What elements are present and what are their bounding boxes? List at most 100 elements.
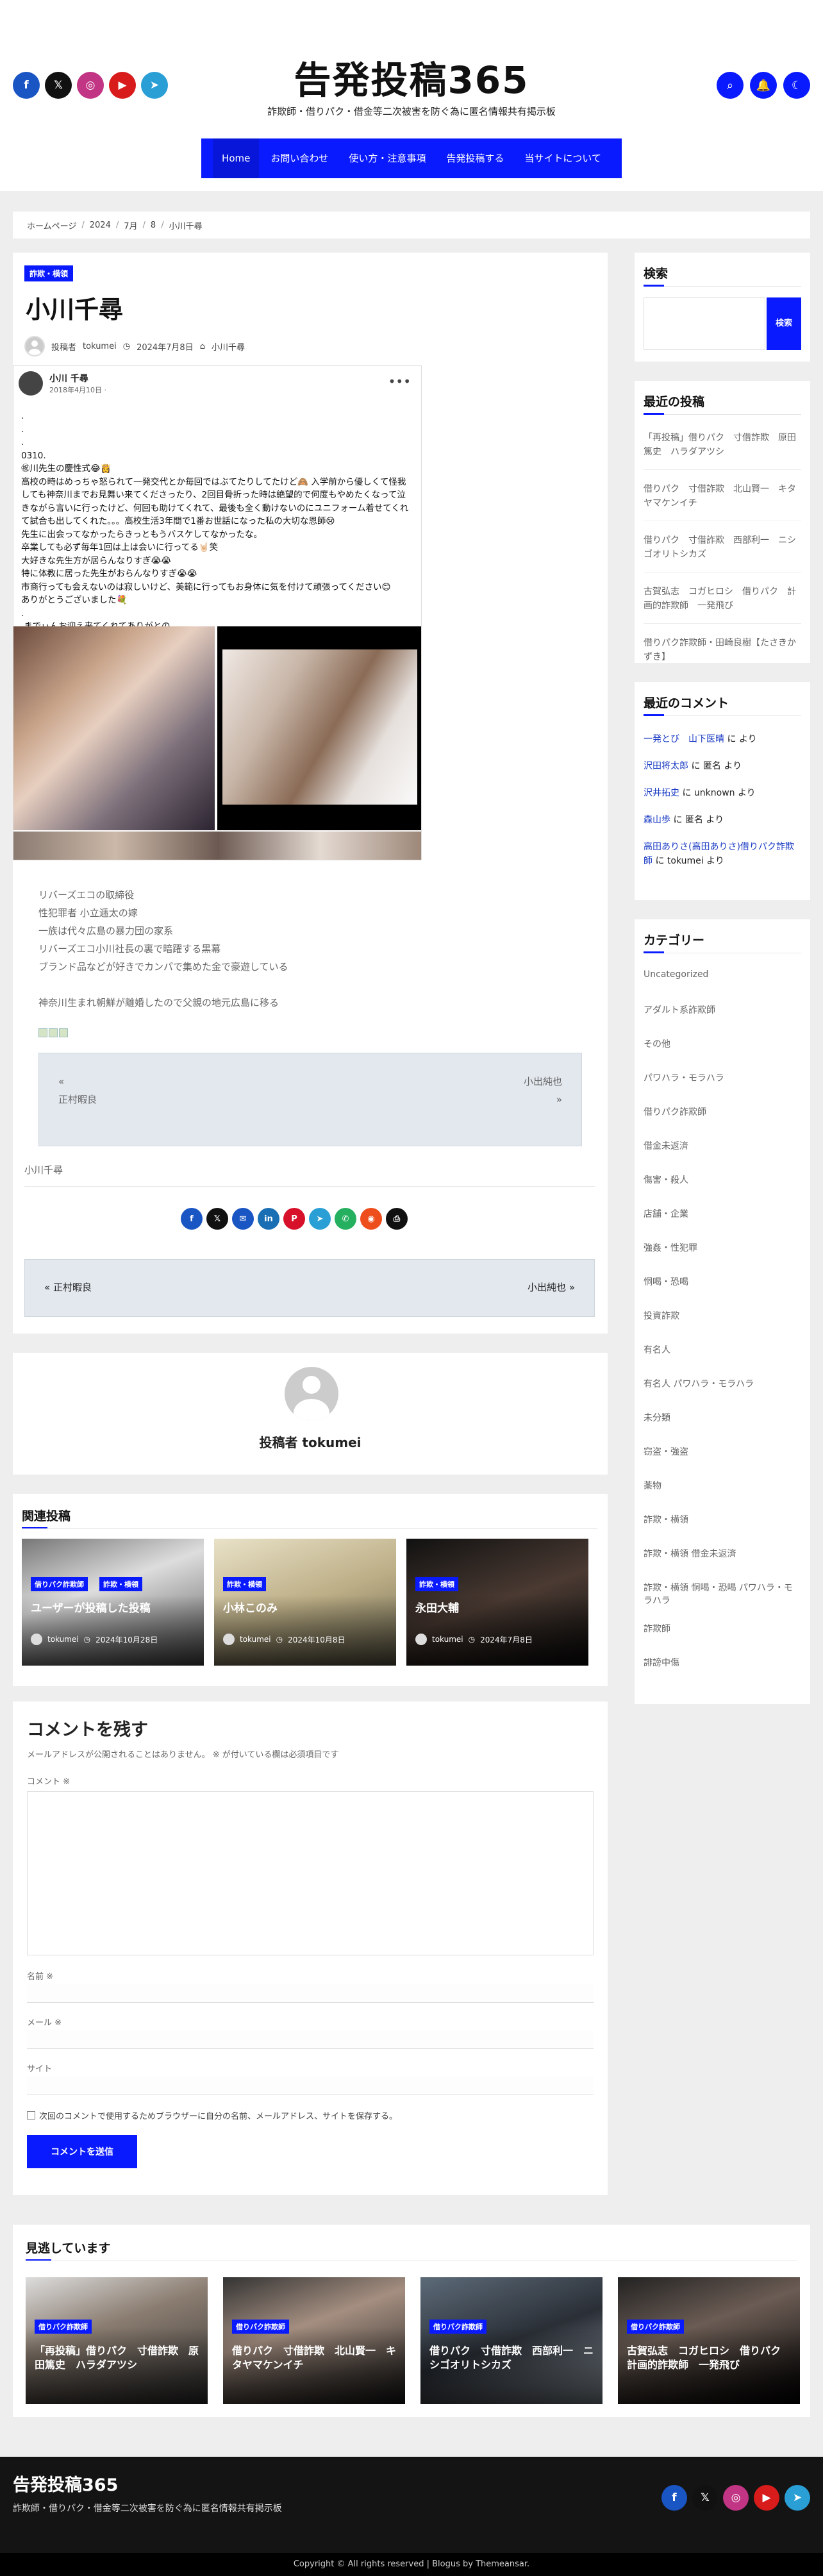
whatsapp-share-icon[interactable]: ✆ bbox=[335, 1208, 356, 1230]
nav-next-link[interactable]: 小出純也 » bbox=[528, 1280, 575, 1294]
submit-comment-button[interactable]: コメントを送信 bbox=[27, 2135, 137, 2168]
category-link[interactable]: 詐欺・横領 借金未返済 bbox=[644, 1547, 801, 1560]
site-field[interactable] bbox=[27, 2076, 594, 2095]
nav-item-0[interactable]: Home bbox=[213, 138, 260, 178]
more-options-icon[interactable]: ••• bbox=[388, 374, 411, 389]
category-link[interactable]: アダルト系詐欺師 bbox=[644, 1003, 801, 1016]
author-name[interactable]: 投稿者 tokumei bbox=[13, 1432, 608, 1451]
category-link[interactable]: 投資詐欺 bbox=[644, 1309, 801, 1322]
x-icon[interactable]: 𝕏 bbox=[692, 2485, 718, 2511]
instagram-icon[interactable]: ◎ bbox=[723, 2485, 749, 2511]
recent-post-link[interactable]: 古賀弘志 コガヒロシ 借りパク 計画的詐欺師 一発飛び bbox=[644, 585, 801, 613]
category-badge[interactable]: 詐欺・横領 bbox=[24, 265, 74, 281]
facebook-icon[interactable]: f bbox=[661, 2485, 687, 2511]
card-title[interactable]: 小林このみ bbox=[223, 1602, 278, 1616]
category-link[interactable]: 借金未返済 bbox=[644, 1139, 801, 1152]
card-category-badge[interactable]: 借りパク詐欺師 bbox=[31, 1577, 88, 1591]
next-post-link[interactable]: 小出純也 » bbox=[524, 1073, 562, 1108]
comment-author-link[interactable]: 森山歩 bbox=[644, 815, 670, 825]
telegram-share-icon[interactable]: ➤ bbox=[309, 1208, 331, 1230]
breadcrumb-item[interactable]: 8 bbox=[151, 221, 156, 230]
related-card[interactable]: 詐欺・横領 小林このみ tokumei ◷ 2024年10月8日 bbox=[214, 1539, 396, 1666]
category-link[interactable]: 恫喝・恐喝 bbox=[644, 1275, 801, 1288]
card-title[interactable]: 借りパク 寸借詐欺 西部利一 ニシゴオリトシカズ bbox=[429, 2344, 594, 2372]
bell-icon[interactable]: 🔔 bbox=[750, 72, 777, 99]
card-category-badge[interactable]: 借りパク詐欺師 bbox=[35, 2320, 92, 2334]
post-bottom-tag[interactable]: 小川千尋 bbox=[24, 1163, 63, 1176]
category-link[interactable]: Uncategorized bbox=[644, 969, 801, 980]
missed-card[interactable]: 借りパク詐欺師 古賀弘志 コガヒロシ 借りパク 計画的詐欺師 一発飛び bbox=[618, 2277, 800, 2404]
save-info-checkbox[interactable]: 次回のコメントで使用するためブラウザーに自分の名前、メールアドレス、サイトを保存… bbox=[27, 2109, 397, 2121]
search-input[interactable] bbox=[644, 297, 765, 350]
missed-card[interactable]: 借りパク詐欺師 借りパク 寸借詐欺 西部利一 ニシゴオリトシカズ bbox=[420, 2277, 603, 2404]
author-link[interactable]: tokumei bbox=[83, 342, 117, 351]
email-field[interactable] bbox=[27, 2030, 594, 2049]
x-share-icon[interactable]: 𝕏 bbox=[206, 1208, 228, 1230]
card-title[interactable]: 「再投稿」借りパク 寸借詐欺 原田篤史 ハラダアツシ bbox=[35, 2344, 199, 2372]
recent-post-link[interactable]: 借りパク 寸借詐欺 西部利一 ニシゴオリトシカズ bbox=[644, 533, 801, 562]
card-author[interactable]: tokumei bbox=[432, 1635, 463, 1644]
category-link[interactable]: 借りパク詐欺師 bbox=[644, 1105, 801, 1118]
breadcrumb-item[interactable]: 2024 bbox=[90, 221, 111, 230]
card-title[interactable]: 永田大輔 bbox=[415, 1602, 459, 1616]
card-category-badge[interactable]: 詐欺・横領 bbox=[223, 1577, 266, 1591]
category-link[interactable]: 有名人 bbox=[644, 1343, 801, 1356]
embed-photo[interactable] bbox=[13, 626, 215, 830]
category-link[interactable]: 詐欺師 bbox=[644, 1622, 801, 1635]
category-link[interactable]: その他 bbox=[644, 1037, 801, 1050]
email-share-icon[interactable]: ✉ bbox=[232, 1208, 254, 1230]
nav-item-3[interactable]: 告発投稿する bbox=[437, 138, 513, 178]
comment-textarea[interactable] bbox=[27, 1791, 594, 1955]
search-button[interactable]: 検索 bbox=[767, 297, 801, 350]
category-link[interactable]: 詐欺・横領 恫喝・恐喝 パワハラ・モラハラ bbox=[644, 1581, 801, 1607]
search-icon[interactable]: ⌕ bbox=[717, 72, 744, 99]
author-avatar[interactable] bbox=[24, 336, 45, 356]
prev-post-link[interactable]: « 正村暇良 bbox=[58, 1073, 97, 1108]
category-link[interactable]: 強姦・性犯罪 bbox=[644, 1241, 801, 1254]
missed-card[interactable]: 借りパク詐欺師「再投稿」借りパク 寸借詐欺 原田篤史 ハラダアツシ bbox=[26, 2277, 208, 2404]
category-link[interactable]: 誹謗中傷 bbox=[644, 1656, 801, 1669]
reddit-share-icon[interactable]: ◉ bbox=[360, 1208, 382, 1230]
facebook-share-icon[interactable]: f bbox=[181, 1208, 203, 1230]
telegram-icon[interactable]: ➤ bbox=[785, 2485, 810, 2511]
author-avatar-large[interactable] bbox=[285, 1367, 338, 1421]
embed-photo[interactable] bbox=[217, 626, 421, 830]
youtube-icon[interactable]: ▶ bbox=[754, 2485, 779, 2511]
embed-photo-strip[interactable] bbox=[13, 832, 421, 860]
category-link[interactable]: 薬物 bbox=[644, 1479, 801, 1492]
recent-post-link[interactable]: 「再投稿」借りパク 寸借詐欺 原田篤史 ハラダアツシ bbox=[644, 431, 801, 459]
category-link[interactable]: パワハラ・モラハラ bbox=[644, 1071, 801, 1084]
card-category-badge[interactable]: 借りパク詐欺師 bbox=[232, 2320, 289, 2334]
category-link[interactable]: 店舗・企業 bbox=[644, 1207, 801, 1220]
checkbox[interactable] bbox=[27, 2111, 35, 2120]
card-author[interactable]: tokumei bbox=[47, 1635, 79, 1644]
comment-author-link[interactable]: 沢井拓史 bbox=[644, 788, 679, 798]
card-title[interactable]: 借りパク 寸借詐欺 北山賢一 キタヤマケンイチ bbox=[232, 2344, 396, 2372]
comment-author-link[interactable]: 一発とび 山下医晴 bbox=[644, 734, 724, 744]
category-link[interactable]: 有名人 パワハラ・モラハラ bbox=[644, 1377, 801, 1390]
recent-post-link[interactable]: 借りパク 寸借詐欺 北山賢一 キタヤマケンイチ bbox=[644, 482, 801, 510]
footer-title[interactable]: 告発投稿365 bbox=[13, 2471, 118, 2496]
post-date[interactable]: 2024年7月8日 bbox=[137, 340, 194, 353]
card-author[interactable]: tokumei bbox=[240, 1635, 271, 1644]
card-title[interactable]: ユーザーが投稿した投稿 bbox=[31, 1602, 151, 1616]
name-field[interactable] bbox=[27, 1984, 594, 2003]
category-link[interactable]: 未分類 bbox=[644, 1411, 801, 1424]
nav-item-1[interactable]: お問い合わせ bbox=[262, 138, 337, 178]
linkedin-share-icon[interactable]: in bbox=[258, 1208, 279, 1230]
category-link[interactable]: 詐欺・横領 bbox=[644, 1513, 801, 1526]
print-share-icon[interactable]: ⎙ bbox=[386, 1208, 408, 1230]
breadcrumb-item[interactable]: 7月 bbox=[124, 219, 137, 231]
card-title[interactable]: 古賀弘志 コガヒロシ 借りパク 計画的詐欺師 一発飛び bbox=[627, 2344, 791, 2372]
comment-author-link[interactable]: 沢田将太郎 bbox=[644, 761, 688, 771]
related-card[interactable]: 詐欺・横領 永田大輔 tokumei ◷ 2024年7月8日 bbox=[406, 1539, 588, 1666]
card-category-badge[interactable]: 詐欺・横領 bbox=[99, 1577, 142, 1591]
pinterest-share-icon[interactable]: P bbox=[283, 1208, 305, 1230]
nav-item-4[interactable]: 当サイトについて bbox=[515, 138, 610, 178]
site-title[interactable]: 告発投稿365 bbox=[0, 50, 823, 104]
card-category-badge[interactable]: 詐欺・横領 bbox=[415, 1577, 458, 1591]
related-card[interactable]: 借りパク詐欺師 詐欺・横領 ユーザーが投稿した投稿 tokumei ◷ 2024年10月2… bbox=[22, 1539, 204, 1666]
category-link[interactable]: 窃盗・強盗 bbox=[644, 1445, 801, 1458]
category-link[interactable]: 傷害・殺人 bbox=[644, 1173, 801, 1186]
embed-name[interactable]: 小川 千尋 bbox=[49, 372, 106, 385]
